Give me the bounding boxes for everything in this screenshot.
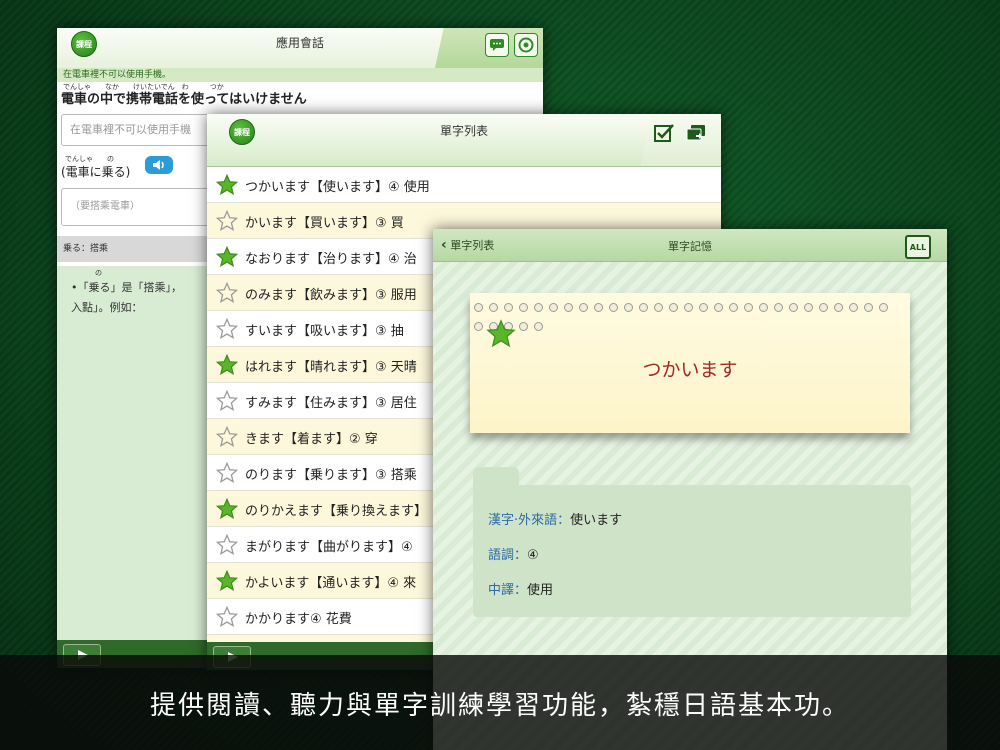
hole xyxy=(669,303,678,312)
hole xyxy=(744,303,753,312)
star-icon[interactable] xyxy=(216,282,238,304)
list-item[interactable]: つかいます【使います】④ 使用 xyxy=(207,167,721,203)
hole xyxy=(684,303,693,312)
star-icon[interactable] xyxy=(216,210,238,232)
detail-translation: 中譯：使用 xyxy=(488,579,553,598)
japanese-sentence: 電車の中で携帯電話を使ってはいけません xyxy=(61,92,307,107)
subtitle-bar: 在電車裡不可以使用手機。 xyxy=(57,68,543,82)
word-text: はれます【晴れます】③ 天晴 xyxy=(245,360,417,375)
word-text: すいます【吸います】③ 抽 xyxy=(245,324,404,339)
word-text: のります【乗ります】③ 搭乘 xyxy=(245,468,417,483)
star-icon[interactable] xyxy=(216,606,238,628)
chat-icon[interactable] xyxy=(485,33,509,57)
detail-label: 漢字‧外來語： xyxy=(488,513,571,528)
flashcard-icon[interactable] xyxy=(685,122,707,144)
word-text: なおります【治ります】④ 治 xyxy=(245,252,417,267)
hole xyxy=(789,303,798,312)
star-icon[interactable] xyxy=(216,174,238,196)
detail-accent: 語調：④ xyxy=(488,544,539,563)
speaker-icon[interactable] xyxy=(145,156,173,174)
star-icon[interactable] xyxy=(216,318,238,340)
hole xyxy=(504,303,513,312)
hole xyxy=(519,322,528,331)
star-icon[interactable] xyxy=(216,534,238,556)
caption-text: 提供閱讀、聽力與單字訓練學習功能，紮穩日語基本功。 xyxy=(149,691,850,721)
star-icon[interactable] xyxy=(216,354,238,376)
notebook-holes xyxy=(474,297,906,331)
word-text: のみます【飲みます】③ 服用 xyxy=(245,288,417,303)
translation-field[interactable]: 在電車裡不可以使用手機 xyxy=(61,114,211,146)
word-text: すみます【住みます】③ 居住 xyxy=(245,396,417,411)
star-icon[interactable] xyxy=(216,570,238,592)
hole xyxy=(564,303,573,312)
page-title: 應用會話 xyxy=(275,36,324,50)
hole xyxy=(549,303,558,312)
hole xyxy=(699,303,708,312)
word-details: 漢字‧外來語：使います 語調：④ 中譯：使用 xyxy=(473,485,911,617)
hole xyxy=(639,303,648,312)
detail-value: ④ xyxy=(527,548,539,563)
page-title: 單字列表 xyxy=(439,124,488,138)
star-icon[interactable] xyxy=(216,426,238,448)
hole xyxy=(624,303,633,312)
phrase: (電車に乗る) xyxy=(61,165,131,179)
star-icon[interactable] xyxy=(216,246,238,268)
word-text: のりかえます【乗り換えます】 xyxy=(245,504,428,519)
word-text: つかいます【使います】④ 使用 xyxy=(245,180,430,195)
hole xyxy=(834,303,843,312)
header-bar: 課程 應用會話 xyxy=(57,28,543,69)
hole xyxy=(594,303,603,312)
detail-label: 語調： xyxy=(488,548,528,563)
header-bar: 課程 單字列表 xyxy=(207,114,721,167)
hole xyxy=(819,303,828,312)
hole xyxy=(864,303,873,312)
star-icon[interactable] xyxy=(216,498,238,520)
caption-bar: 提供閱讀、聽力與單字訓練學習功能，紮穩日語基本功。 xyxy=(0,655,1000,750)
detail-label: 中譯： xyxy=(488,583,528,598)
detail-value: 使います xyxy=(570,513,623,528)
detail-value: 使用 xyxy=(527,583,554,598)
page-title: 單字記憶 xyxy=(668,240,712,253)
word-text: かよいます【通います】④ 來 xyxy=(245,576,417,591)
hole xyxy=(804,303,813,312)
checklist-icon[interactable] xyxy=(653,122,675,144)
flashcard[interactable]: つかいます xyxy=(470,293,910,433)
hole xyxy=(729,303,738,312)
hole xyxy=(474,303,483,312)
hole xyxy=(714,303,723,312)
phrase-translation-field[interactable]: （要搭乘電車） xyxy=(61,188,211,226)
hole xyxy=(759,303,768,312)
hole xyxy=(489,303,498,312)
hole xyxy=(534,303,543,312)
card-word: つかいます xyxy=(642,359,738,381)
all-button[interactable]: ALL xyxy=(905,235,931,259)
hole xyxy=(534,322,543,331)
star-icon[interactable] xyxy=(486,319,516,349)
hole xyxy=(849,303,858,312)
star-icon[interactable] xyxy=(216,462,238,484)
furigana: の xyxy=(95,269,102,277)
hole xyxy=(579,303,588,312)
detail-kanji: 漢字‧外來語：使います xyxy=(488,509,622,528)
hole xyxy=(609,303,618,312)
header-bar: ‹ 單字列表 單字記憶 ALL xyxy=(433,229,947,262)
explanation-text: •「乗る」是「搭乘」， 入點」。例如： xyxy=(71,278,182,318)
word-text: まがります【曲がります】④ xyxy=(245,540,413,555)
explanation-line: 入點」。例如： xyxy=(71,301,143,314)
hole xyxy=(474,322,483,331)
hole xyxy=(519,303,528,312)
star-icon[interactable] xyxy=(216,390,238,412)
word-text: きます【着ます】② 穿 xyxy=(245,432,378,447)
word-text: かいます【買います】③ 買 xyxy=(245,216,404,231)
word-text: かかります④ 花費 xyxy=(245,612,352,627)
hole xyxy=(879,303,888,312)
hole xyxy=(654,303,663,312)
explanation-line: •「乗る」是「搭乘」， xyxy=(71,281,182,294)
folder-tab xyxy=(473,467,519,487)
conversation-mode-icon[interactable] xyxy=(514,33,538,57)
hole xyxy=(774,303,783,312)
